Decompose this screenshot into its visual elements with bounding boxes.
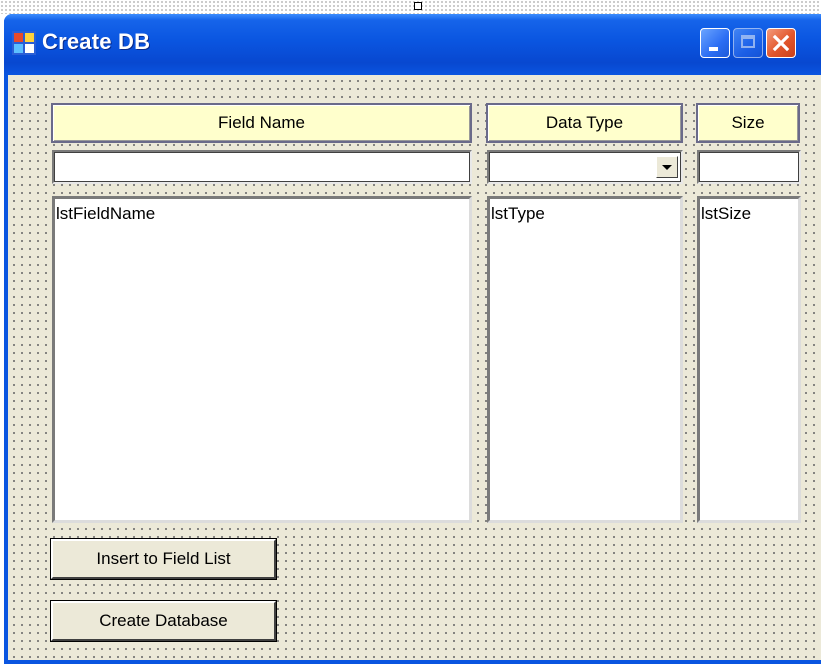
size-header: Size	[696, 103, 800, 143]
field-name-listbox[interactable]: lstFieldName	[52, 196, 472, 523]
form-client-area: Field Name Data Type Size lstFieldName l…	[8, 75, 821, 660]
designer-surface-strip	[0, 0, 821, 14]
field-name-input[interactable]	[52, 150, 472, 184]
insert-to-field-list-button[interactable]: Insert to Field List	[50, 538, 277, 580]
dropdown-arrow-button[interactable]	[656, 156, 678, 178]
size-listbox[interactable]: lstSize	[697, 196, 801, 523]
chevron-down-icon	[662, 164, 672, 170]
maximize-button[interactable]	[733, 28, 763, 58]
field-name-header: Field Name	[51, 103, 472, 143]
close-button[interactable]	[766, 28, 796, 58]
data-type-combobox[interactable]	[487, 150, 683, 184]
create-database-button[interactable]: Create Database	[50, 600, 277, 642]
create-db-window: Create DB Field Name Data Type Size lstF…	[4, 14, 821, 664]
minimize-button[interactable]	[700, 28, 730, 58]
window-title: Create DB	[42, 29, 151, 54]
close-icon	[772, 34, 790, 52]
data-type-header: Data Type	[486, 103, 683, 143]
resize-handle[interactable]	[414, 2, 422, 10]
type-listbox[interactable]: lstType	[487, 196, 683, 523]
size-input[interactable]	[697, 150, 801, 184]
form-icon	[12, 31, 36, 55]
title-bar[interactable]: Create DB	[4, 14, 821, 75]
